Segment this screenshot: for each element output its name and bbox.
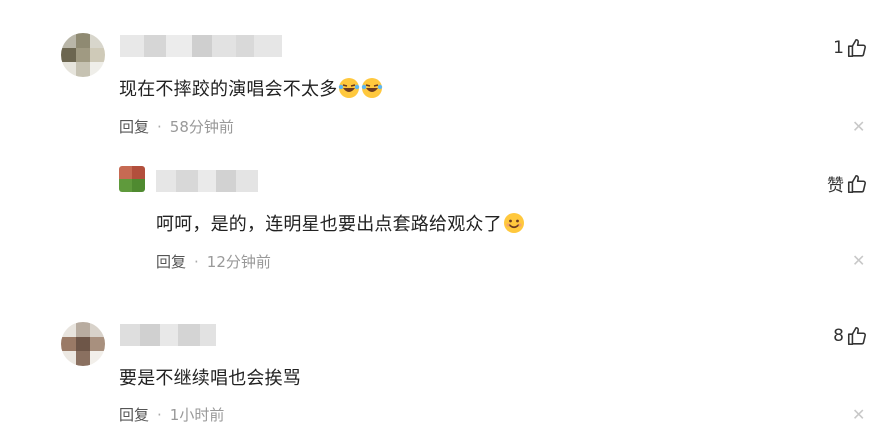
like-button[interactable]: 1 (833, 37, 868, 59)
close-icon[interactable]: ✕ (852, 253, 865, 269)
avatar[interactable] (61, 33, 105, 77)
comment-text: 现在不摔跤的演唱会不太多 (119, 75, 383, 101)
comment-meta: 回复 · 12分钟前 (156, 251, 271, 272)
smile-emoji-icon (503, 213, 524, 233)
reply-button[interactable]: 回复 (119, 404, 149, 425)
comment-item: 要是不继续唱也会挨骂 回复 · 1小时前 8 ✕ (0, 290, 882, 438)
comment-text: 呵呵，是的，连明星也要出点套路给观众了 (156, 210, 525, 236)
reply-item: 呵呵，是的，连明星也要出点套路给观众了 回复 · 12分钟前 赞 ✕ (0, 150, 882, 290)
reply-button[interactable]: 回复 (156, 251, 186, 272)
timestamp: 1小时前 (169, 406, 225, 424)
like-button[interactable]: 赞 (827, 171, 868, 196)
separator-dot: · (157, 117, 162, 136)
like-count: 1 (833, 38, 844, 58)
reply-button[interactable]: 回复 (119, 116, 149, 137)
timestamp: 58分钟前 (169, 118, 234, 136)
username-obscured[interactable] (120, 35, 282, 57)
avatar[interactable] (119, 166, 145, 192)
like-button[interactable]: 8 (833, 325, 868, 347)
like-count: 8 (833, 326, 844, 346)
close-icon[interactable]: ✕ (852, 407, 865, 423)
comment-meta: 回复 · 1小时前 (119, 404, 224, 425)
thumbs-up-icon (847, 326, 866, 346)
close-icon[interactable]: ✕ (852, 119, 865, 135)
timestamp: 12分钟前 (206, 253, 271, 271)
thumbs-up-icon (847, 38, 866, 58)
comment-meta: 回复 · 58分钟前 (119, 116, 234, 137)
separator-dot: · (157, 405, 162, 424)
username-obscured[interactable] (120, 324, 216, 346)
username-obscured[interactable] (156, 170, 258, 192)
avatar[interactable] (61, 322, 105, 366)
thumbs-up-icon (847, 174, 866, 193)
comment-text: 要是不继续唱也会挨骂 (119, 368, 301, 389)
laugh-cry-emoji-icon (339, 78, 360, 98)
comment-item: 现在不摔跤的演唱会不太多 回复 · 58分钟前 1 ✕ (0, 0, 882, 150)
separator-dot: · (194, 252, 199, 271)
like-label: 赞 (827, 176, 844, 196)
laugh-cry-emoji-icon (362, 78, 383, 98)
